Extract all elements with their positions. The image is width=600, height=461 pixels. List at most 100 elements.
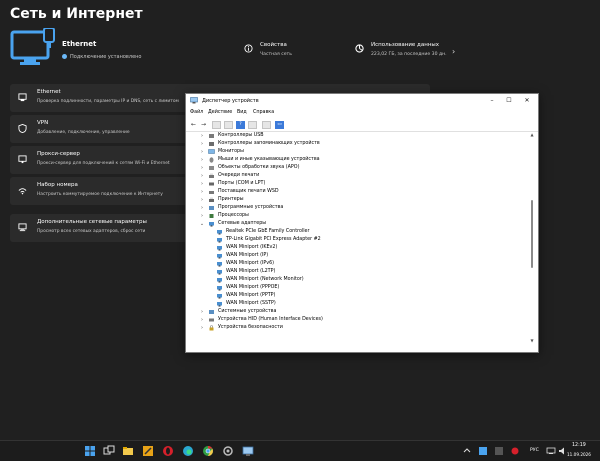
scroll-up-icon[interactable]: ▲ (529, 132, 535, 137)
security-device-icon (209, 325, 214, 331)
dialup-icon (18, 188, 27, 195)
properties-link[interactable]: Свойства Частная сеть (244, 42, 292, 57)
storage-controller-icon (209, 142, 214, 146)
chevron-up-icon[interactable] (462, 446, 472, 456)
game-app-icon[interactable] (142, 445, 154, 457)
expand-icon[interactable]: › (199, 324, 205, 332)
tray-app-icon[interactable] (478, 446, 488, 456)
clock-date[interactable]: 11.09.2026 (567, 452, 591, 457)
network-adapter-icon (217, 278, 222, 283)
properties-sub: Частная сеть (260, 52, 292, 57)
task-view-icon[interactable] (103, 445, 115, 457)
settings-gear-icon[interactable] (222, 445, 234, 457)
maximize-button[interactable]: ☐ (502, 96, 516, 106)
scroll-thumb[interactable] (531, 200, 533, 268)
show-hide-tree-icon[interactable] (212, 121, 221, 129)
menu-action[interactable]: Действие (208, 110, 232, 115)
device-manager-window: Диспетчер устройств – ☐ ✕ Файл Действие … (185, 93, 539, 353)
info-icon (244, 44, 253, 53)
close-button[interactable]: ✕ (520, 96, 534, 106)
scrollbar[interactable]: ▲ ▼ (529, 132, 535, 348)
tray-app3-icon[interactable] (510, 446, 520, 456)
list-item-sub: Прокси-сервер для подключений к сетям Wi… (37, 161, 170, 166)
start-icon[interactable] (84, 445, 96, 457)
data-usage-title: Использование данных (371, 42, 440, 48)
taskbar: РУС 12:19 11.09.2026 (0, 440, 600, 461)
wsd-print-icon (209, 191, 214, 194)
device-manager-titlebar[interactable]: Диспетчер устройств – ☐ ✕ (186, 94, 538, 108)
help-icon[interactable]: ? (236, 121, 245, 129)
scan-hardware-icon[interactable] (262, 121, 271, 129)
expand-icon[interactable]: › (199, 164, 205, 172)
page-title: Сеть и Интернет (10, 6, 143, 22)
shield-icon (18, 124, 27, 133)
expand-icon[interactable]: › (199, 132, 205, 140)
printer-icon (209, 197, 214, 202)
device-manager-taskbar-icon[interactable] (242, 445, 254, 457)
scroll-down-icon[interactable]: ▼ (529, 338, 535, 343)
network-adapter-icon (217, 254, 222, 259)
update-driver-icon[interactable] (248, 121, 257, 129)
data-usage-sub: 223,02 ГБ, за последние 30 дн. (371, 52, 447, 57)
tray-app2-icon[interactable] (494, 446, 504, 456)
software-device-icon (209, 206, 214, 210)
hid-icon (209, 318, 214, 322)
expand-icon[interactable]: › (199, 172, 205, 180)
connected-indicator-icon (62, 54, 67, 59)
proxy-icon (18, 155, 27, 164)
edge-icon[interactable] (182, 445, 194, 457)
system-device-icon (209, 310, 214, 314)
data-usage-link[interactable]: Использование данных 223,02 ГБ, за после… (355, 42, 447, 57)
chrome-icon[interactable] (202, 445, 214, 457)
list-item-sub: Просмотр всех сетевых адаптеров, сброс с… (37, 229, 146, 234)
list-item-sub: Проверка подлинности, параметры IP и DNS… (37, 99, 179, 104)
menu-help[interactable]: Справка (253, 110, 274, 115)
list-item-sub: Добавление, подключение, управление (37, 130, 130, 135)
menu-view[interactable]: Вид (237, 110, 247, 115)
monitor-icon[interactable]: ▭ (275, 121, 284, 129)
network-adapter-icon (217, 294, 222, 299)
expand-icon[interactable]: › (199, 316, 205, 324)
expand-icon[interactable]: › (199, 204, 205, 212)
expand-icon[interactable]: › (199, 196, 205, 204)
opera-icon[interactable] (162, 445, 174, 457)
port-icon (209, 182, 214, 186)
toolbar: ← → ? ▭ (186, 119, 538, 132)
forward-icon[interactable]: → (199, 121, 208, 129)
connection-status: Подключение установлено (62, 54, 141, 60)
explorer-icon[interactable] (122, 445, 134, 457)
list-item-title: Дополнительные сетевые параметры (37, 219, 147, 225)
minimize-button[interactable]: – (485, 96, 499, 106)
device-tree: › Контроллеры USB › Контроллеры запоминающ… (199, 132, 323, 332)
expand-icon[interactable]: › (199, 188, 205, 196)
language-indicator[interactable]: РУС (530, 448, 539, 453)
menu-file[interactable]: Файл (190, 110, 203, 115)
network-adapter-icon (217, 230, 222, 235)
properties-icon[interactable] (224, 121, 233, 129)
usb-controller-icon (209, 134, 214, 138)
chevron-right-icon[interactable]: › (452, 47, 455, 56)
data-usage-icon (355, 44, 364, 53)
back-icon[interactable]: ← (189, 121, 198, 129)
list-item-title: VPN (37, 120, 49, 126)
audio-processing-icon (209, 166, 214, 170)
connection-title: Ethernet (62, 40, 97, 48)
list-item-title: Прокси-сервер (37, 151, 80, 157)
expand-icon[interactable]: › (199, 148, 205, 156)
expand-icon[interactable]: › (199, 140, 205, 148)
monitor-network-icon (10, 28, 55, 65)
processor-icon (209, 214, 214, 218)
network-adapter-icon (209, 222, 214, 227)
menu-bar: Файл Действие Вид Справка (186, 109, 538, 119)
advanced-network-icon (18, 223, 27, 232)
network-adapter-icon (217, 246, 222, 251)
expand-icon[interactable]: › (199, 308, 205, 316)
network-icon[interactable] (546, 446, 556, 456)
ethernet-icon (18, 93, 27, 102)
collapse-icon[interactable]: ⌄ (199, 220, 205, 228)
expand-icon[interactable]: › (199, 212, 205, 220)
clock-time[interactable]: 12:19 (572, 443, 586, 448)
expand-icon[interactable]: › (199, 156, 205, 164)
expand-icon[interactable]: › (199, 180, 205, 188)
monitor-icon (208, 149, 215, 154)
